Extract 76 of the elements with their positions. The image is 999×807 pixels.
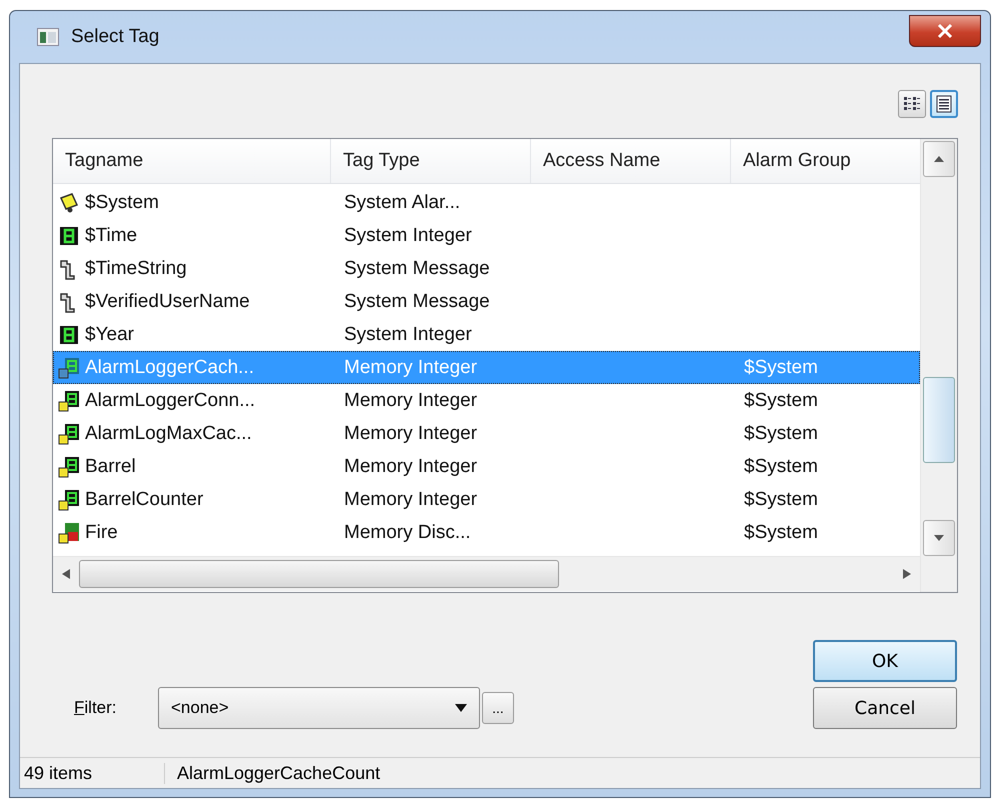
table-cell: System Integer [344,224,472,246]
table-cell: $System [744,422,818,444]
horizontal-scrollbar[interactable] [53,556,920,591]
scroll-thumb[interactable] [923,377,955,463]
ok-button[interactable]: OK [813,640,957,682]
memory-digit-icon [58,390,80,412]
browse-button[interactable]: ... [482,692,514,724]
details-view-button[interactable] [930,90,958,118]
memory-digit-icon [58,422,80,444]
column-header[interactable]: Access Name [531,139,731,183]
table-row[interactable]: AlarmLoggerConn... Memory Integer $System [53,384,920,417]
table-cell: Memory Integer [344,456,478,478]
filter-label: Filter: [74,698,118,718]
table-row[interactable]: $Time System Integer [53,219,920,252]
item-count: 49 items [20,762,165,784]
table-cell: $System [744,390,818,412]
table-row[interactable]: $Year System Integer [53,318,920,351]
table-cell: $TimeString [85,258,187,280]
table-cell: AlarmLoggerCach... [85,356,254,378]
details-view-icon [935,95,953,113]
table-row[interactable]: $TimeString System Message [53,252,920,285]
list-view-button[interactable] [898,90,926,118]
scroll-left-icon [62,569,70,579]
scroll-right-icon [903,569,911,579]
scroll-down-button[interactable] [923,520,955,556]
table-row[interactable]: $System System Alar... [53,186,920,219]
table-cell: Memory Integer [344,390,478,412]
dropdown-arrow-icon [455,704,467,712]
digit-icon [58,224,80,246]
table-cell: System Message [344,258,490,280]
column-header[interactable]: Tag Type [331,139,531,183]
digit-icon [58,324,80,346]
list-view-icon [903,95,921,113]
vertical-scrollbar[interactable] [920,139,957,592]
table-cell: Barrel [85,456,136,478]
table-cell: AlarmLoggerConn... [85,390,256,412]
table-cell: Memory Integer [344,356,478,378]
table-cell: $System [744,488,818,510]
table-cell: Memory Integer [344,422,478,444]
table-cell: $Year [85,324,134,346]
table-row[interactable]: BarrelCounter Memory Integer $System [53,483,920,516]
table-row[interactable]: Barrel Memory Integer $System [53,450,920,483]
table-cell: Memory Disc... [344,522,471,544]
table-cell: $System [85,192,159,214]
window-icon [37,28,59,46]
table-cell: System Alar... [344,192,460,214]
table-cell: System Message [344,290,490,312]
filter-dropdown[interactable]: <none> [158,687,480,729]
bell-icon [58,192,80,214]
table-row[interactable]: $VerifiedUserName System Message [53,285,920,318]
column-header[interactable]: Tagname [53,139,331,183]
close-button[interactable] [909,15,981,47]
scroll-up-icon [934,156,944,162]
table-cell: $System [744,456,818,478]
table-cell: Fire [85,522,118,544]
selected-tag: AlarmLoggerCacheCount [165,762,380,784]
scroll-down-icon [934,535,944,541]
close-icon [936,23,954,39]
table-cell: $System [744,356,818,378]
table-cell: $System [744,522,818,544]
memory-digit-icon [58,456,80,478]
table-cell: AlarmLogMaxCac... [85,422,252,444]
window-title: Select Tag [71,26,160,48]
memory-switch-icon [58,522,80,544]
cancel-button[interactable]: Cancel [813,687,957,729]
table-cell: $Time [85,224,138,246]
scroll-thumb[interactable] [79,560,559,588]
scroll-up-button[interactable] [923,141,955,177]
table-cell: System Integer [344,324,472,346]
table-row[interactable]: Fire Memory Disc... $System [53,516,920,549]
memory-digit-icon [58,488,80,510]
table-cell: $VerifiedUserName [85,290,250,312]
memory-digit-icon [58,356,80,378]
table-row[interactable]: AlarmLogMaxCac... Memory Integer $System [53,417,920,450]
table-cell: BarrelCounter [85,488,204,510]
table-cell: Memory Integer [344,488,478,510]
